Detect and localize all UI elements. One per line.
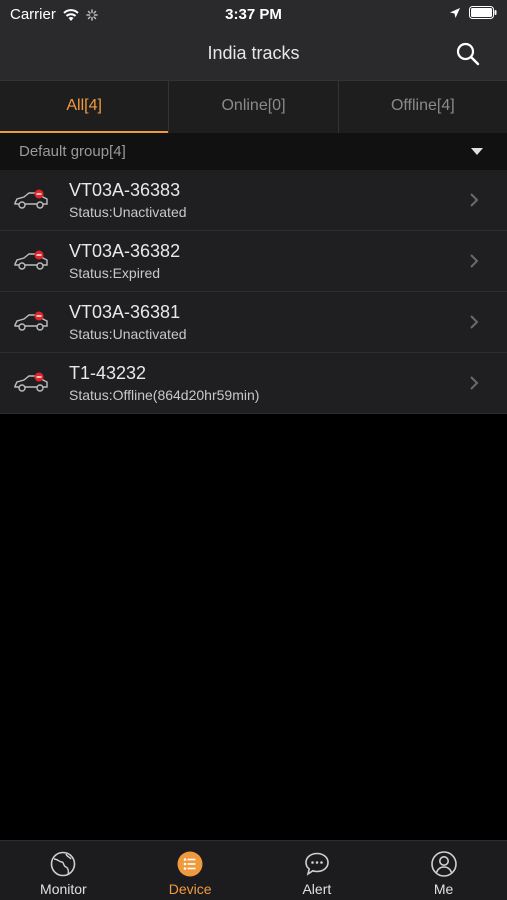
- tab-label: Device: [168, 881, 212, 897]
- tab-me[interactable]: Me: [380, 841, 507, 900]
- group-header[interactable]: Default group[4]: [0, 133, 507, 170]
- car-icon: [14, 189, 48, 209]
- globe-icon: [51, 851, 76, 877]
- car-icon: [14, 250, 48, 270]
- filter-tabs: All[4] Online[0] Offline[4]: [0, 80, 507, 133]
- device-row[interactable]: VT03A-36383 Status:Unactivated: [0, 170, 507, 231]
- tab-label: Me: [433, 881, 454, 897]
- device-status: Status:Offline(864d20hr59min): [69, 387, 260, 403]
- device-name: VT03A-36383: [69, 180, 181, 200]
- device-status: Status:Unactivated: [69, 204, 187, 220]
- device-status: Status:Expired: [69, 265, 161, 281]
- tab-device[interactable]: Device: [127, 841, 254, 900]
- search-icon[interactable]: [455, 41, 481, 67]
- tab-all[interactable]: All[4]: [0, 81, 170, 133]
- status-indicators: [449, 6, 497, 19]
- tab-label: Alert: [302, 881, 332, 897]
- device-name: T1-43232: [69, 363, 147, 383]
- car-icon: [14, 372, 48, 392]
- chevron-right-icon: [470, 315, 479, 329]
- chevron-right-icon: [470, 254, 479, 268]
- chat-bubble-icon: [305, 852, 329, 876]
- tab-offline[interactable]: Offline[4]: [339, 81, 507, 133]
- device-name: VT03A-36381: [69, 302, 181, 322]
- location-arrow-icon: [450, 7, 460, 18]
- page-title: India tracks: [207, 43, 300, 63]
- status-bar: Carrier 3:37 PM: [0, 0, 507, 30]
- tab-monitor[interactable]: Monitor: [0, 841, 127, 900]
- caret-down-icon: [471, 148, 483, 155]
- group-label: Default group[4]: [19, 143, 126, 160]
- tab-label: Monitor: [40, 881, 87, 897]
- device-status: Status:Unactivated: [69, 326, 187, 342]
- chevron-right-icon: [470, 376, 479, 390]
- list-icon: [177, 851, 203, 877]
- chevron-right-icon: [470, 193, 479, 207]
- navigation-bar: India tracks: [0, 30, 507, 80]
- device-name: VT03A-36382: [69, 241, 181, 261]
- user-icon: [430, 851, 457, 877]
- bottom-tab-bar: Monitor Device Alert Me: [0, 840, 507, 900]
- device-list: VT03A-36383 Status:Unactivated VT03A-363…: [0, 170, 507, 414]
- battery-icon: [469, 6, 497, 19]
- clock: 3:37 PM: [225, 6, 282, 23]
- device-row[interactable]: VT03A-36381 Status:Unactivated: [0, 292, 507, 353]
- car-icon: [14, 311, 48, 331]
- device-row[interactable]: T1-43232 Status:Offline(864d20hr59min): [0, 353, 507, 414]
- device-row[interactable]: VT03A-36382 Status:Expired: [0, 231, 507, 292]
- tab-online[interactable]: Online[0]: [169, 81, 339, 133]
- tab-alert[interactable]: Alert: [254, 841, 381, 900]
